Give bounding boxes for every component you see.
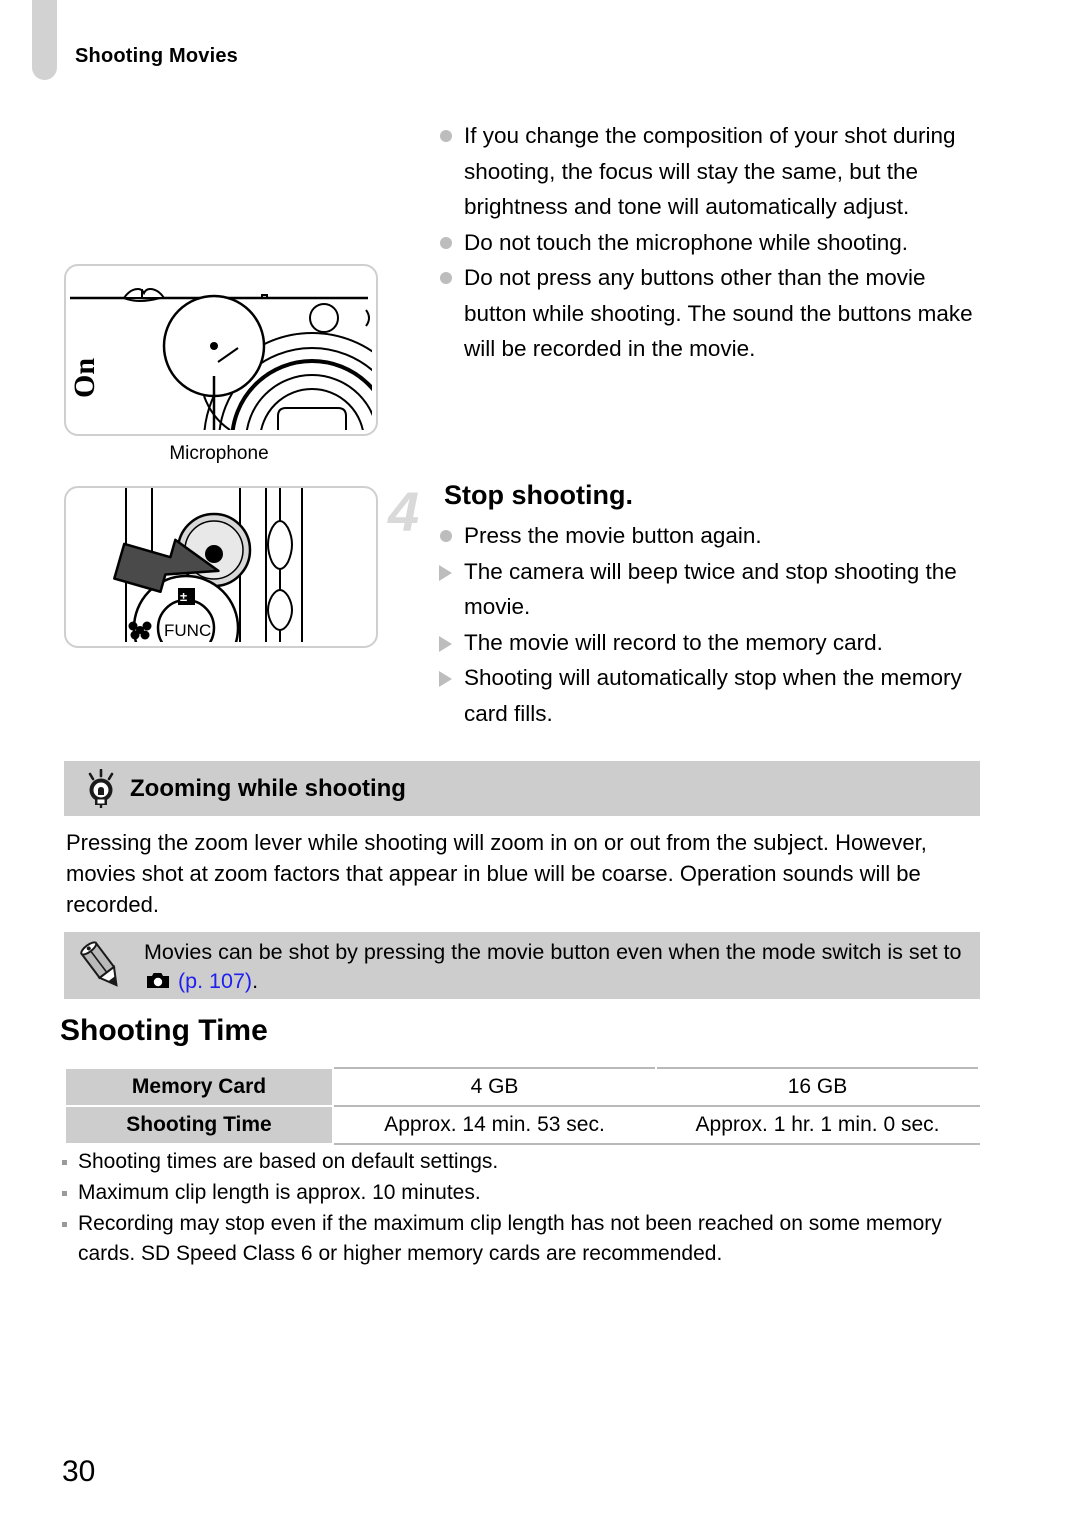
- shooting-time-table: Memory Card 4 GB 16 GB Shooting Time App…: [64, 1067, 980, 1145]
- figure-caption-microphone: Microphone: [169, 443, 269, 464]
- footnotes-list: Shooting times are based on default sett…: [60, 1147, 980, 1270]
- top-notes-column: If you change the composition of your sh…: [432, 118, 992, 367]
- note-item: Do not press any buttons other than the …: [432, 260, 992, 367]
- footnote-item: Recording may stop even if the maximum c…: [60, 1209, 980, 1269]
- tip-header-bar: Zooming while shooting: [64, 761, 980, 816]
- table-row-header: Shooting Time: [64, 1105, 334, 1145]
- note-text-before: Movies can be shot by pressing the movie…: [144, 940, 962, 964]
- step-title: Stop shooting.: [444, 480, 633, 510]
- table-cell: 4 GB: [332, 1067, 657, 1107]
- step-item: The movie will record to the memory card…: [432, 625, 992, 661]
- note-text: Movies can be shot by pressing the movie…: [144, 938, 964, 996]
- pencil-icon: [80, 941, 118, 987]
- table-row: Memory Card 4 GB 16 GB: [64, 1067, 980, 1107]
- movie-button-svg: ± FUNC: [113, 488, 303, 646]
- page-reference-link[interactable]: (p. 107): [178, 969, 252, 993]
- running-head: Shooting Movies: [75, 45, 238, 67]
- note-box: Movies can be shot by pressing the movie…: [64, 932, 980, 999]
- footnote-item: Maximum clip length is approx. 10 minute…: [60, 1178, 980, 1208]
- step-body: Press the movie button again. The camera…: [432, 518, 992, 731]
- lightbulb-icon: [88, 769, 114, 808]
- tip-body-text: Pressing the zoom lever while shooting w…: [66, 830, 927, 917]
- camera-icon: [147, 973, 169, 988]
- svg-text:On: On: [68, 358, 101, 398]
- note-text-after: .: [252, 969, 259, 993]
- note-item: If you change the composition of your sh…: [432, 118, 992, 225]
- table-cell: Approx. 14 min. 53 sec.: [332, 1105, 657, 1145]
- note-item: Do not touch the microphone while shooti…: [432, 225, 992, 261]
- chapter-edge-tab: [32, 0, 57, 80]
- svg-text:±: ±: [180, 589, 187, 604]
- camera-front-svg: On: [68, 287, 376, 434]
- step-number: 4: [388, 480, 420, 543]
- table-cell: 16 GB: [655, 1067, 980, 1107]
- step-item: Press the movie button again.: [432, 518, 992, 554]
- step-item: Shooting will automatically stop when th…: [432, 660, 992, 731]
- step-block-stop-shooting: 4 Stop shooting. Press the movie button …: [388, 478, 992, 731]
- footnote-item: Shooting times are based on default sett…: [60, 1147, 980, 1177]
- tip-title: Zooming while shooting: [130, 774, 406, 802]
- section-heading-shooting-time: Shooting Time: [60, 1014, 268, 1047]
- camera-front-illustration: On: [64, 264, 378, 436]
- top-notes-list: If you change the composition of your sh…: [432, 118, 992, 367]
- table-row-header: Memory Card: [64, 1067, 334, 1107]
- step-item: The camera will beep twice and stop shoo…: [432, 554, 992, 625]
- table-cell: Approx. 1 hr. 1 min. 0 sec.: [655, 1105, 980, 1145]
- page-number: 30: [62, 1455, 96, 1488]
- step-items-list: Press the movie button again. The camera…: [432, 518, 992, 731]
- svg-text:FUNC: FUNC: [164, 621, 211, 640]
- movie-button-illustration: ± FUNC: [64, 486, 378, 648]
- table-row: Shooting Time Approx. 14 min. 53 sec. Ap…: [64, 1105, 980, 1145]
